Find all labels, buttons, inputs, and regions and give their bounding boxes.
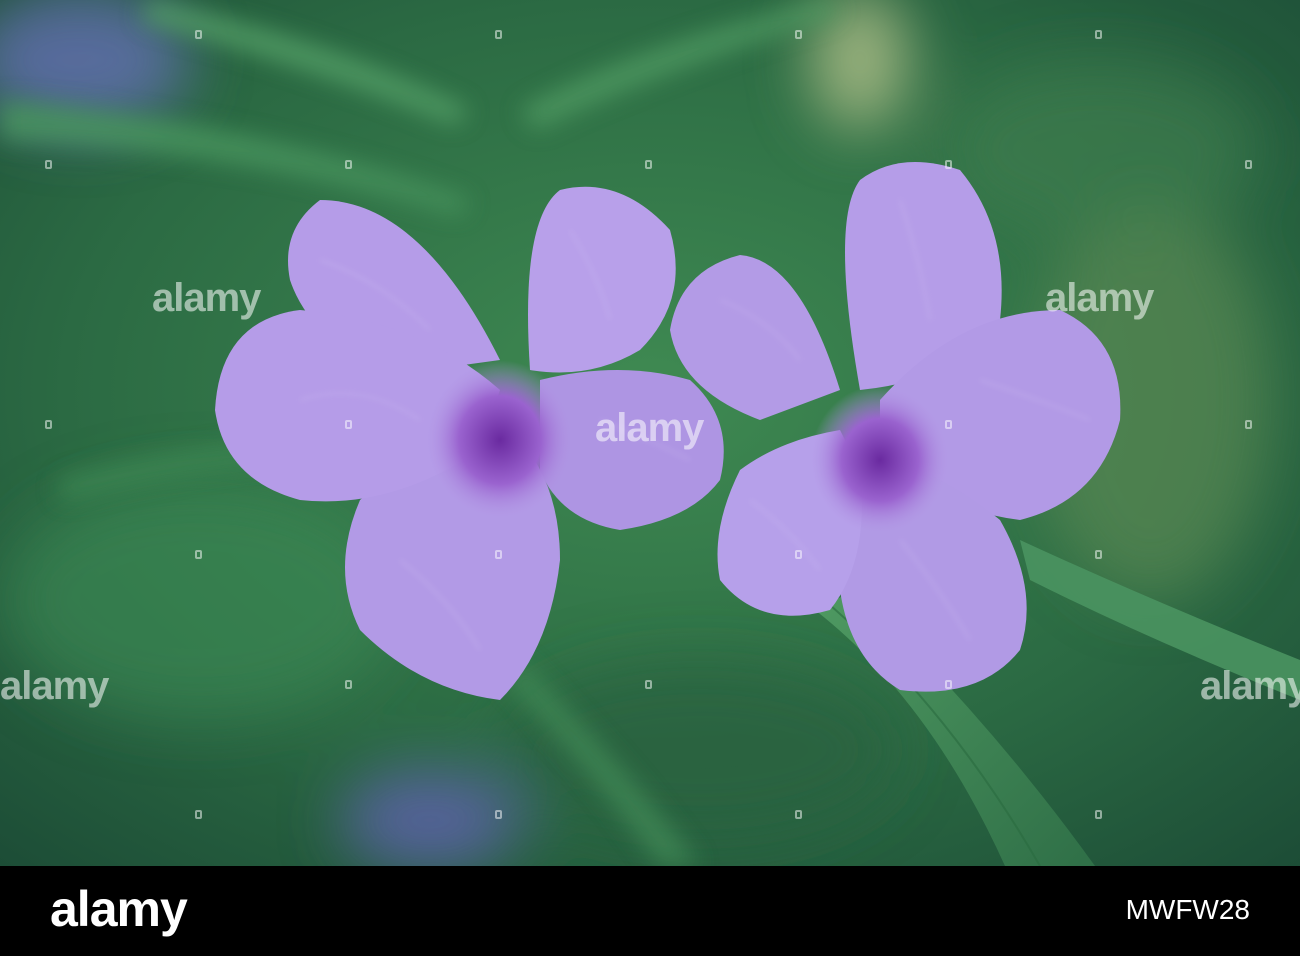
watermark-mark xyxy=(1095,810,1102,819)
watermark-mark xyxy=(195,30,202,39)
watermark-mark xyxy=(495,30,502,39)
watermark-mark xyxy=(645,680,652,689)
watermark-mark xyxy=(345,680,352,689)
watermark: alamy xyxy=(0,664,109,708)
watermark-mark xyxy=(795,550,802,559)
alamy-logo: alamy xyxy=(50,881,188,937)
watermark-mark xyxy=(945,160,952,169)
image-id: MWFW28 xyxy=(1125,894,1250,925)
watermark-mark xyxy=(45,420,52,429)
watermark-mark xyxy=(1095,30,1102,39)
watermark: alamy xyxy=(1045,276,1154,320)
watermark-mark xyxy=(945,420,952,429)
watermark: alamy xyxy=(595,406,704,450)
watermark-mark xyxy=(495,810,502,819)
watermark: alamy xyxy=(1200,664,1300,708)
footer-bar: alamy MWFW28 xyxy=(0,866,1300,956)
watermark-mark xyxy=(1245,420,1252,429)
watermark-mark xyxy=(795,30,802,39)
watermark-mark xyxy=(1245,160,1252,169)
watermark-mark xyxy=(195,550,202,559)
watermark-mark xyxy=(345,160,352,169)
watermark-mark xyxy=(345,420,352,429)
watermark-mark xyxy=(195,810,202,819)
watermark-mark xyxy=(645,160,652,169)
watermark-mark xyxy=(795,810,802,819)
watermark-mark xyxy=(45,160,52,169)
watermark: alamy xyxy=(152,276,261,320)
watermark-mark xyxy=(495,550,502,559)
watermark-mark xyxy=(945,680,952,689)
watermark-mark xyxy=(1095,550,1102,559)
photo: alamy alamy alamy alamy alamy xyxy=(0,0,1300,866)
